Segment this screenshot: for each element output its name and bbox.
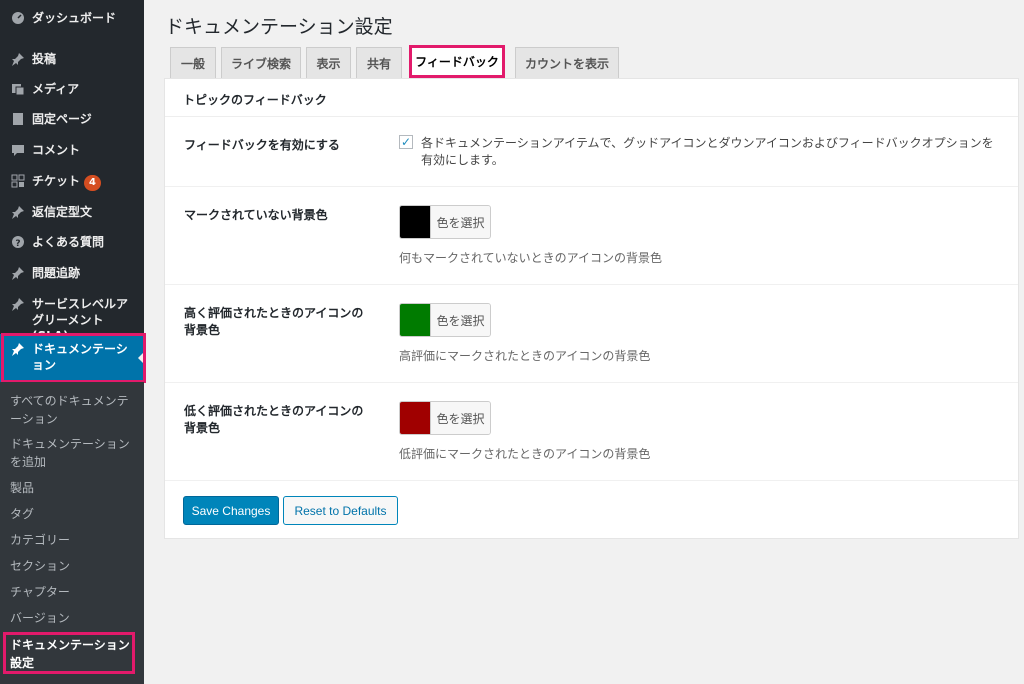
tab-live-search[interactable]: ライブ検索 <box>221 47 301 78</box>
page-icon <box>8 111 28 127</box>
sidebar-item-label: 返信定型文 <box>32 205 93 219</box>
comment-icon <box>8 142 28 158</box>
submenu-tags[interactable]: タグ <box>10 505 136 523</box>
pin-icon <box>8 51 28 67</box>
sidebar-item-label: ダッシュボード <box>32 11 117 25</box>
setting-label: マークされていない背景色 <box>184 208 328 222</box>
tab-general[interactable]: 一般 <box>170 47 216 78</box>
setting-row-enable-feedback: フィードバックを有効にする ✓ 各ドキュメンテーションアイテムで、グッドアイコン… <box>165 117 1018 187</box>
submenu-chapters[interactable]: チャプター <box>10 583 136 601</box>
sidebar-item-pages[interactable]: 固定ページ <box>0 111 144 127</box>
pin-icon <box>8 296 28 312</box>
ticket-count-badge: 4 <box>84 175 101 191</box>
setting-description: 低評価にマークされたときのアイコンの背景色 <box>399 447 651 461</box>
sidebar-item-label: よくある質問 <box>32 235 105 249</box>
submenu-sections[interactable]: セクション <box>10 557 136 575</box>
color-picker-label: 色を選択 <box>430 402 490 434</box>
page-title: ドキュメンテーション設定 <box>165 16 393 38</box>
color-picker-button[interactable]: 色を選択 <box>399 303 491 337</box>
color-picker-button[interactable]: 色を選択 <box>399 401 491 435</box>
setting-field: ✓ 各ドキュメンテーションアイテムで、グッドアイコンとダウンアイコンおよびフィー… <box>399 135 999 169</box>
sidebar-item-canned-responses[interactable]: 返信定型文 <box>0 204 144 220</box>
ticket-icon <box>8 173 28 189</box>
admin-sidebar: ダッシュボード 投稿 メディア 固定ページ コメント チケット 4 返信定型文 … <box>0 0 146 684</box>
dashboard-icon <box>8 10 28 26</box>
color-swatch <box>400 304 430 336</box>
color-swatch <box>400 206 430 238</box>
color-picker-label: 色を選択 <box>430 304 490 336</box>
setting-description: 高評価にマークされたときのアイコンの背景色 <box>399 349 651 363</box>
sidebar-item-faq[interactable]: ? よくある質問 <box>0 234 144 250</box>
sidebar-item-tickets[interactable]: チケット 4 <box>0 173 144 191</box>
sidebar-item-issue-tracking[interactable]: 問題追跡 <box>0 265 144 281</box>
section-title: トピックのフィードバック <box>165 79 1018 117</box>
highlight-outline <box>3 632 135 674</box>
sidebar-item-label: 固定ページ <box>32 112 92 126</box>
sidebar-item-label: チケット 4 <box>32 173 144 191</box>
setting-row-downvoted-color: 低く評価されたときのアイコンの背景色 色を選択 低評価にマークされたときのアイコ… <box>165 383 1018 481</box>
setting-label: 低く評価されたときのアイコンの背景色 <box>184 404 364 435</box>
enable-feedback-checkbox[interactable]: ✓ <box>399 135 413 149</box>
tab-feedback[interactable]: フィードバック <box>409 45 505 78</box>
submenu-add-documentation[interactable]: ドキュメンテーションを追加 <box>10 435 136 471</box>
submenu-all-documentation[interactable]: すべてのドキュメンテーション <box>10 392 136 428</box>
sidebar-item-label: 問題追跡 <box>32 266 81 280</box>
tab-display[interactable]: 表示 <box>306 47 351 78</box>
save-changes-button[interactable]: Save Changes <box>183 496 279 525</box>
sidebar-item-dashboard[interactable]: ダッシュボード <box>0 10 144 26</box>
setting-row-unmarked-color: マークされていない背景色 色を選択 何もマークされていないときのアイコンの背景色 <box>165 187 1018 285</box>
pin-icon <box>8 265 28 281</box>
settings-panel: トピックのフィードバック フィードバックを有効にする ✓ 各ドキュメンテーション… <box>164 78 1019 539</box>
sidebar-item-label: メディア <box>32 82 80 96</box>
tab-show-count[interactable]: カウントを表示 <box>515 47 619 78</box>
color-swatch <box>400 402 430 434</box>
setting-row-upvoted-color: 高く評価されたときのアイコンの背景色 色を選択 高評価にマークされたときのアイコ… <box>165 285 1018 383</box>
highlight-outline <box>1 333 146 383</box>
sidebar-item-posts[interactable]: 投稿 <box>0 51 144 67</box>
sidebar-item-comments[interactable]: コメント <box>0 142 144 158</box>
setting-description: 何もマークされていないときのアイコンの背景色 <box>399 251 663 265</box>
sidebar-item-label: コメント <box>32 143 81 157</box>
color-picker-button[interactable]: 色を選択 <box>399 205 491 239</box>
sidebar-item-label: 投稿 <box>32 52 57 66</box>
checkbox-description: 各ドキュメンテーションアイテムで、グッドアイコンとダウンアイコンおよびフィードバ… <box>421 136 994 167</box>
submenu-versions[interactable]: バージョン <box>10 609 136 627</box>
pin-icon <box>8 204 28 220</box>
submenu-categories[interactable]: カテゴリー <box>10 531 136 549</box>
sidebar-item-media[interactable]: メディア <box>0 81 144 97</box>
media-icon <box>8 81 28 97</box>
color-picker-label: 色を選択 <box>430 206 490 238</box>
setting-label: 高く評価されたときのアイコンの背景色 <box>184 306 364 337</box>
tab-share[interactable]: 共有 <box>356 47 402 78</box>
submenu-products[interactable]: 製品 <box>10 479 136 497</box>
svg-text:?: ? <box>15 239 20 249</box>
reset-defaults-button[interactable]: Reset to Defaults <box>283 496 398 525</box>
help-icon: ? <box>8 234 28 250</box>
setting-label: フィードバックを有効にする <box>184 138 340 152</box>
